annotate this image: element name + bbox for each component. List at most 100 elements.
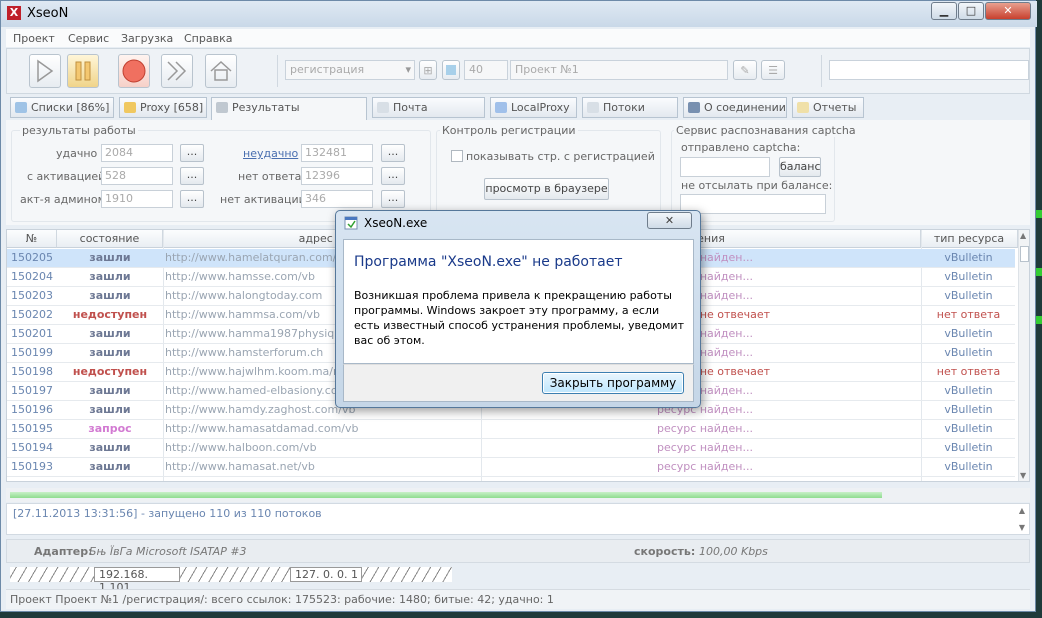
row-url: http://www.hamasatdamad.com/vb xyxy=(165,422,359,435)
menu-service[interactable]: Сервис xyxy=(68,32,109,45)
noact-field[interactable]: 346 xyxy=(301,190,373,208)
fail-value: 132481 xyxy=(305,146,347,159)
table-row[interactable]: 150195 запрос http://www.hamasatdamad.com/… xyxy=(7,420,1015,439)
play-button[interactable] xyxy=(29,54,61,88)
report-icon xyxy=(797,102,809,113)
close-program-button[interactable]: Закрыть программу xyxy=(542,372,684,394)
tab-reports[interactable]: Отчеты xyxy=(792,97,864,118)
row-state: зашли xyxy=(89,289,131,302)
threads-input[interactable]: 40 xyxy=(464,60,508,80)
window-title: XseoN xyxy=(27,6,69,21)
show-reg-checkbox[interactable] xyxy=(451,150,463,162)
row-state: зашли xyxy=(89,384,131,397)
pause-button[interactable] xyxy=(67,54,99,88)
tab-mail[interactable]: Почта [528/935] xyxy=(372,97,485,133)
chevron-down-icon: ▾ xyxy=(405,63,411,76)
tab-lists[interactable]: Списки [86%] xyxy=(10,97,114,118)
scroll-down-icon[interactable]: ▼ xyxy=(1019,523,1025,532)
captcha-balance-field[interactable] xyxy=(680,157,770,177)
row-number: 150202 xyxy=(11,308,53,321)
home-icon xyxy=(210,60,232,81)
skip-button[interactable] xyxy=(161,54,193,88)
edit-button[interactable]: ✎ xyxy=(733,60,757,80)
row-number: 150205 xyxy=(11,251,53,264)
dialog-heading: Программа "XseoN.exe" не работает xyxy=(354,254,623,270)
menu-project[interactable]: Проект xyxy=(13,32,55,45)
row-url: http://www.halboon.com/vb xyxy=(165,441,317,454)
row-state: зашли xyxy=(89,346,131,359)
captcha-sent-value: - xyxy=(790,141,794,154)
browser-view-button[interactable]: просмотр в браузере xyxy=(484,178,609,200)
local-ip: 192.168. 1.101 xyxy=(94,567,180,594)
menu-help[interactable]: Справка xyxy=(184,32,232,45)
noact-details-button[interactable]: ... xyxy=(381,190,405,208)
tab-threads[interactable]: Потоки [110] xyxy=(582,97,678,133)
home-button[interactable] xyxy=(205,54,237,88)
row-number: 150198 xyxy=(11,365,53,378)
pause-icon xyxy=(75,61,91,81)
no-send-field[interactable] xyxy=(680,194,826,214)
row-status: ресурс найден... xyxy=(657,441,753,454)
results-title: результаты работы xyxy=(20,124,138,137)
fail-link[interactable]: неудачно xyxy=(243,147,298,160)
toolbar: регистрация ▾ ⊞ 40 Проект №1 ✎ ☰ xyxy=(6,48,1030,94)
list-button[interactable]: ☰ xyxy=(761,60,785,80)
log-area[interactable]: [27.11.2013 13:31:56] - запущено 110 из … xyxy=(6,503,1030,535)
act-details-button[interactable]: ... xyxy=(180,167,204,185)
noans-field[interactable]: 12396 xyxy=(301,167,373,185)
admin-details-button[interactable]: ... xyxy=(180,190,204,208)
row-state: зашли xyxy=(89,270,131,283)
add-button[interactable]: ⊞ xyxy=(419,60,437,80)
noans-details-button[interactable]: ... xyxy=(381,167,405,185)
traffic-graph xyxy=(180,567,290,582)
table-row[interactable]: 150194 зашли http://www.halboon.com/vb ресу… xyxy=(7,439,1015,458)
row-type: vBulletin xyxy=(944,422,993,435)
fast-forward-icon xyxy=(167,61,187,81)
show-reg-label: показывать стр. с регистрацией xyxy=(466,150,655,163)
row-type: vBulletin xyxy=(944,270,993,283)
column-header-num[interactable]: № xyxy=(7,230,57,248)
tab-results[interactable]: Результаты [2084/1910] xyxy=(211,97,367,133)
scroll-up-icon[interactable]: ▲ xyxy=(1019,506,1025,515)
title-bar[interactable]: X XseoN ▁ □ ✕ xyxy=(1,1,1037,27)
minimize-button[interactable]: ▁ xyxy=(931,2,957,20)
desktop-indicator xyxy=(1036,210,1042,218)
scroll-thumb[interactable] xyxy=(1020,246,1029,262)
stop-button[interactable] xyxy=(118,54,150,88)
tab-connection[interactable]: О соединении xyxy=(683,97,787,118)
mode-select[interactable]: регистрация ▾ xyxy=(285,60,415,80)
menu-download[interactable]: Загрузка xyxy=(121,32,173,45)
column-header-state[interactable]: состояние xyxy=(57,230,163,248)
app-icon: X xyxy=(7,6,21,20)
balance-button[interactable]: баланс xyxy=(779,157,821,177)
row-state: зашли xyxy=(89,327,131,340)
tab-proxy[interactable]: Proxy [658] xyxy=(119,97,207,118)
threads-value: 40 xyxy=(469,63,483,76)
fail-field[interactable]: 132481 xyxy=(301,144,373,162)
progress-fill xyxy=(10,492,882,498)
row-number: 150204 xyxy=(11,270,53,283)
row-number: 150195 xyxy=(11,422,53,435)
scroll-down-icon[interactable]: ▼ xyxy=(1020,471,1029,480)
project-input[interactable]: Проект №1 xyxy=(510,60,728,80)
maximize-button[interactable]: □ xyxy=(958,2,984,20)
table-scrollbar[interactable]: ▲ ▼ xyxy=(1018,230,1029,481)
table-row[interactable]: 150193 зашли http://www.hamasat.net/vb ресу… xyxy=(7,458,1015,477)
settings-button[interactable] xyxy=(442,60,460,80)
tab-localproxy[interactable]: LocalProxy xyxy=(490,97,577,118)
ok-field[interactable]: 2084 xyxy=(101,144,173,162)
scroll-up-icon[interactable]: ▲ xyxy=(1020,231,1029,240)
error-app-icon xyxy=(344,216,358,230)
search-input[interactable] xyxy=(829,60,1029,80)
mail-icon xyxy=(377,102,389,113)
admin-field[interactable]: 1910 xyxy=(101,190,173,208)
fail-details-button[interactable]: ... xyxy=(381,144,405,162)
play-icon xyxy=(37,59,54,83)
speed-label: скорость: xyxy=(634,545,696,558)
act-field[interactable]: 528 xyxy=(101,167,173,185)
ok-details-button[interactable]: ... xyxy=(180,144,204,162)
column-header-type[interactable]: тип ресурса xyxy=(921,230,1018,248)
close-window-button[interactable]: ✕ xyxy=(985,2,1031,20)
traffic-graph xyxy=(10,567,94,582)
dialog-close-button[interactable]: ✕ xyxy=(647,212,692,229)
